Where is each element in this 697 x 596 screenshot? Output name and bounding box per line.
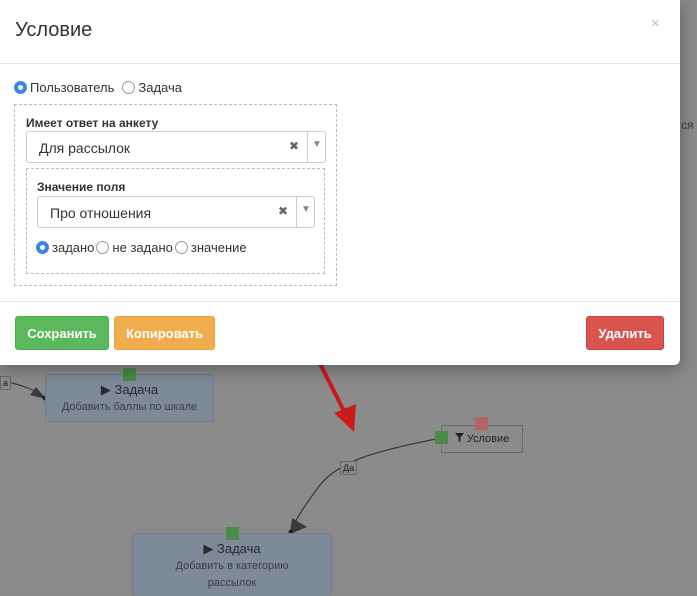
save-button[interactable]: Сохранить bbox=[15, 316, 109, 350]
task-node-title: ▶ Задача bbox=[203, 541, 261, 556]
radio-set[interactable] bbox=[36, 241, 49, 254]
radio-user-label[interactable]: Пользователь bbox=[30, 80, 114, 95]
task-node-desc-line2: рассылок bbox=[207, 577, 257, 589]
survey-select[interactable]: Для рассылок ✖ ▼ bbox=[26, 131, 326, 163]
task-node-desc-line1: Добавить в категорию bbox=[175, 560, 289, 572]
radio-user[interactable] bbox=[14, 81, 27, 94]
clear-icon[interactable]: ✖ bbox=[289, 139, 299, 153]
survey-field-label: Имеет ответ на анкету bbox=[26, 116, 159, 130]
edge-label-yes[interactable]: Да bbox=[340, 461, 358, 475]
edge-condition-to-task2 bbox=[290, 437, 442, 533]
radio-value-label[interactable]: значение bbox=[191, 240, 247, 255]
field-state-radio-group: задано не задано значение bbox=[36, 240, 255, 255]
radio-task[interactable] bbox=[122, 81, 136, 94]
radio-value[interactable] bbox=[174, 241, 188, 254]
input-port[interactable] bbox=[226, 527, 239, 540]
background-text-stub: ся bbox=[681, 118, 694, 132]
condition-node[interactable]: Условие bbox=[435, 417, 523, 453]
field-value-select-value: Про отношения bbox=[50, 205, 152, 221]
output-port-no[interactable] bbox=[475, 417, 488, 430]
condition-modal: Условие × Пользователь Задача Имеет отве… bbox=[0, 0, 680, 365]
delete-button[interactable]: Удалить bbox=[586, 316, 664, 350]
radio-not-set[interactable] bbox=[96, 241, 110, 254]
radio-not-set-label[interactable]: не задано bbox=[112, 240, 172, 255]
modal-header: Условие × bbox=[0, 0, 680, 64]
target-type-radio-group: Пользователь Задача bbox=[14, 80, 190, 95]
condition-node-title: Условие bbox=[466, 433, 510, 445]
chevron-down-icon[interactable]: ▼ bbox=[312, 139, 322, 150]
task-node-title: ▶ Задача bbox=[100, 382, 159, 397]
radio-task-label[interactable]: Задача bbox=[138, 80, 182, 95]
filter-icon bbox=[454, 433, 464, 445]
modal-title: Условие bbox=[15, 19, 93, 41]
edge-label-left: а bbox=[0, 376, 12, 390]
survey-select-value: Для рассылок bbox=[39, 140, 130, 156]
close-icon[interactable]: × bbox=[651, 15, 660, 32]
clear-icon[interactable]: ✖ bbox=[278, 204, 288, 218]
chevron-down-icon[interactable]: ▼ bbox=[301, 204, 311, 215]
field-value-select[interactable]: Про отношения ✖ ▼ bbox=[37, 196, 315, 228]
radio-set-label[interactable]: задано bbox=[52, 240, 94, 255]
task-node-desc: Добавить баллы по шкале bbox=[61, 401, 198, 413]
annotation-arrow-head bbox=[334, 404, 356, 432]
field-value-label: Значение поля bbox=[37, 180, 126, 194]
select-separator bbox=[296, 197, 297, 227]
select-separator bbox=[307, 132, 308, 162]
task-node-2[interactable]: ▶ Задача Добавить в категорию рассылок bbox=[132, 527, 332, 596]
copy-button[interactable]: Копировать bbox=[114, 316, 215, 350]
input-port[interactable] bbox=[123, 368, 136, 381]
input-port[interactable] bbox=[435, 431, 448, 444]
task-node-1[interactable]: ▶ Задача Добавить баллы по шкале bbox=[45, 368, 214, 422]
